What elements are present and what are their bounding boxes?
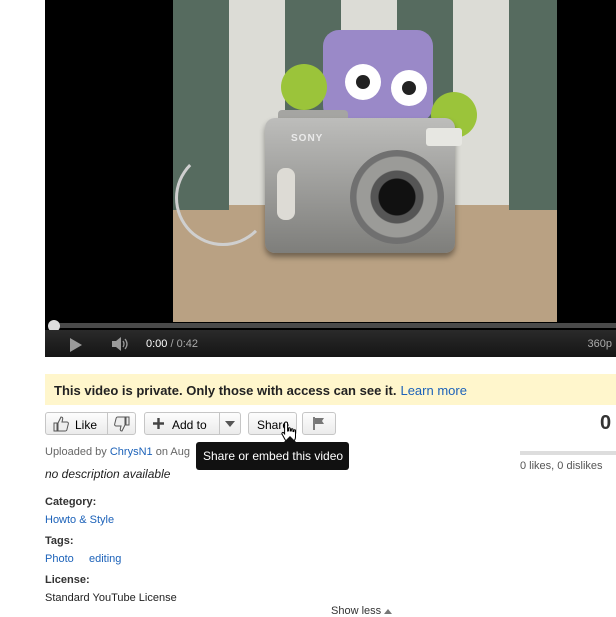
dislike-button[interactable] xyxy=(108,413,136,434)
show-less-button[interactable]: Show less xyxy=(331,605,393,617)
chevron-up-icon xyxy=(384,609,393,614)
progress-bar[interactable] xyxy=(51,323,616,328)
video-frame[interactable]: SONY xyxy=(173,0,557,322)
add-to-label: Add to xyxy=(172,418,207,432)
learn-more-link[interactable]: Learn more xyxy=(400,383,466,398)
toy-eye xyxy=(345,64,381,100)
like-button[interactable]: Like xyxy=(46,413,106,434)
notice-text: This video is private. Only those with a… xyxy=(54,383,467,398)
video-player[interactable]: SONY 0:00 / 0:42 360p xyxy=(45,0,616,357)
camera-strap xyxy=(175,150,271,246)
play-icon[interactable] xyxy=(70,338,82,352)
show-less-label: Show less xyxy=(331,605,382,617)
quality-button[interactable]: 360p xyxy=(588,338,612,350)
background-stripe xyxy=(509,0,557,210)
notice-message: This video is private. Only those with a… xyxy=(54,383,397,398)
uploaded-prefix: Uploaded by xyxy=(45,446,107,458)
flag-icon xyxy=(313,417,324,430)
thumbs-up-icon xyxy=(53,416,69,432)
uploader-link[interactable]: ChrysN1 xyxy=(110,446,153,458)
camera-lens xyxy=(350,150,444,244)
category-link[interactable]: Howto & Style xyxy=(45,514,114,526)
upload-info: Uploaded by ChrysN1 on Aug xyxy=(45,446,190,458)
tag-link[interactable]: editing xyxy=(89,553,121,565)
camera-grip xyxy=(277,168,295,220)
camera-flash xyxy=(426,128,462,146)
plus-icon xyxy=(153,418,164,429)
add-to-button[interactable]: Add to xyxy=(145,413,219,434)
uploaded-suffix: on Aug xyxy=(155,446,190,458)
toy-pompom xyxy=(281,64,327,110)
time-current: 0:00 xyxy=(146,338,168,350)
category-heading: Category: xyxy=(45,496,97,508)
thumbs-down-icon xyxy=(114,416,130,432)
tag-link[interactable]: Photo xyxy=(45,553,74,565)
likes-summary: 0 likes, 0 dislikes xyxy=(520,460,603,472)
camera-brand: SONY xyxy=(291,133,324,144)
flag-button[interactable] xyxy=(302,412,336,435)
add-to-group: Add to xyxy=(144,412,241,435)
like-dislike-group: Like xyxy=(45,412,136,435)
player-controls: 0:00 / 0:42 360p xyxy=(45,330,616,357)
private-notice: This video is private. Only those with a… xyxy=(45,374,616,405)
share-tooltip: Share or embed this video xyxy=(196,436,349,470)
add-to-dropdown[interactable] xyxy=(220,413,241,434)
likes-ratio-bar xyxy=(520,451,616,455)
license-heading: License: xyxy=(45,574,90,586)
time-display: 0:00 / 0:42 xyxy=(146,338,198,350)
license-value: Standard YouTube License xyxy=(45,592,177,604)
time-total: / 0:42 xyxy=(170,338,199,350)
crochet-toy xyxy=(323,30,433,122)
volume-icon[interactable] xyxy=(111,337,129,351)
toy-eye xyxy=(391,70,427,106)
view-count: 0 xyxy=(600,412,612,434)
tags-heading: Tags: xyxy=(45,535,74,547)
like-label: Like xyxy=(75,418,98,432)
description: no description available xyxy=(45,467,171,481)
chevron-down-icon xyxy=(225,421,235,427)
